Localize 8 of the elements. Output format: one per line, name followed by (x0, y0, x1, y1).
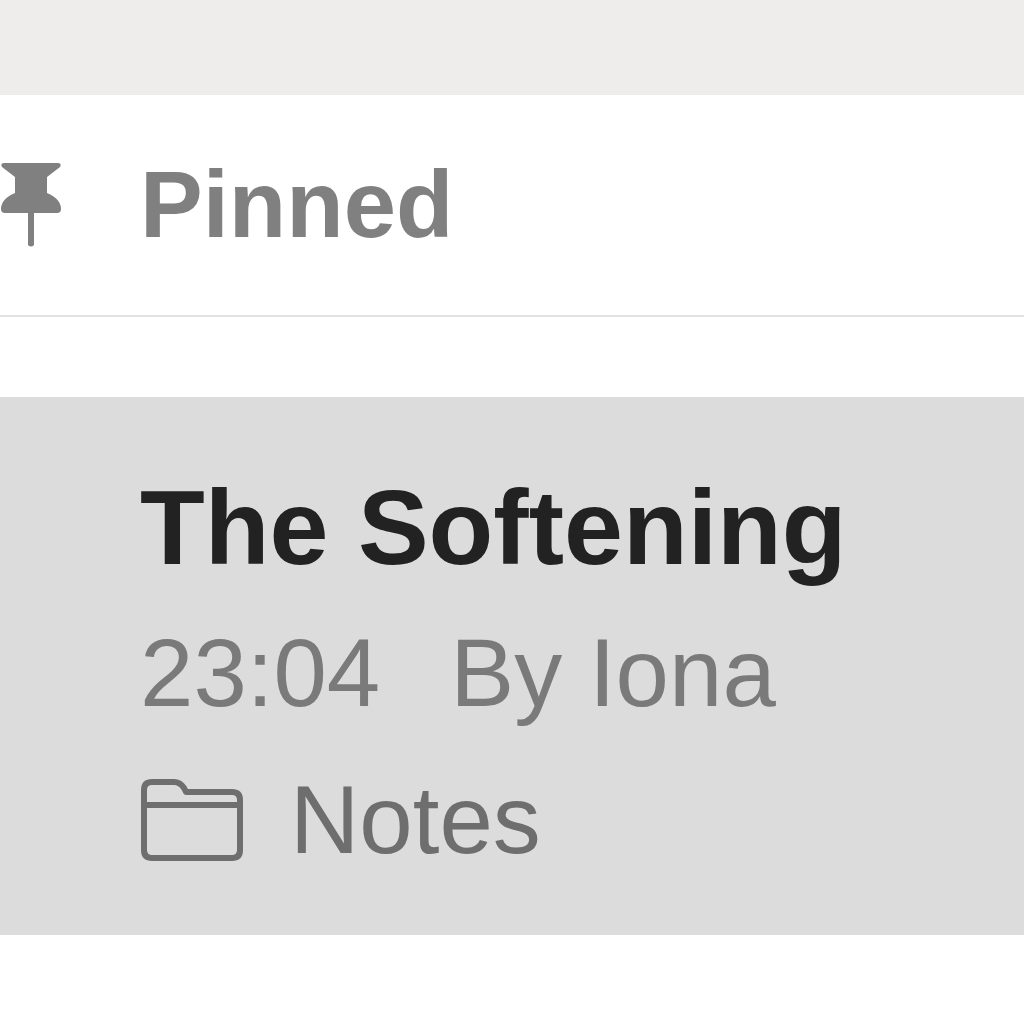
section-title: Pinned (140, 151, 454, 259)
note-row[interactable]: The Softening 23:04 By Iona Notes (0, 397, 1024, 935)
pin-icon (0, 163, 62, 247)
folder-name: Notes (290, 765, 541, 875)
note-title: The Softening (140, 467, 848, 587)
folder-icon (140, 778, 244, 862)
note-time: 23:04 (140, 618, 381, 728)
note-author: By Iona (450, 618, 776, 728)
